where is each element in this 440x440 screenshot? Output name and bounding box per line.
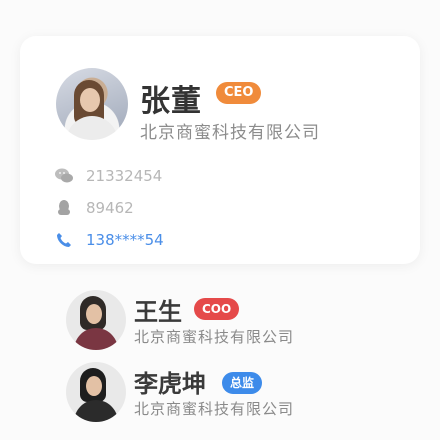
contact-name: 王生 [134,298,182,326]
qq-number: 89462 [86,199,134,217]
qq-row[interactable]: 89462 [54,198,134,218]
wechat-row[interactable]: 21332454 [54,166,162,186]
avatar-face [86,304,102,324]
role-badge: 总监 [222,372,263,394]
phone-icon [54,230,74,250]
contact-page: 张董 CEO 北京商蜜科技有限公司 21332454 89462 138****… [0,0,440,440]
phone-row[interactable]: 138****54 [54,230,164,250]
company-name: 北京商蜜科技有限公司 [140,123,320,143]
contact-name: 张董 [140,84,202,119]
avatar [56,68,128,140]
role-badge: CEO [216,82,262,104]
contact-list-item[interactable]: 王生 COO 北京商蜜科技有限公司 [66,290,366,354]
avatar-face [80,88,100,112]
company-name: 北京商蜜科技有限公司 [134,328,295,346]
role-badge: COO [194,298,240,320]
qq-icon [54,198,74,218]
avatar [66,290,126,350]
avatar-body [74,400,118,422]
wechat-id: 21332454 [86,167,163,185]
main-contact-card[interactable]: 张董 CEO 北京商蜜科技有限公司 21332454 89462 138****… [20,36,420,264]
contact-list-item[interactable]: 李虎坤 总监 北京商蜜科技有限公司 [66,362,366,426]
company-name: 北京商蜜科技有限公司 [134,400,295,418]
avatar-face [86,376,102,396]
contact-name: 李虎坤 [134,370,206,398]
avatar [66,362,126,422]
avatar-body [74,328,118,350]
phone-number: 138****54 [86,231,164,249]
wechat-icon [54,166,74,186]
